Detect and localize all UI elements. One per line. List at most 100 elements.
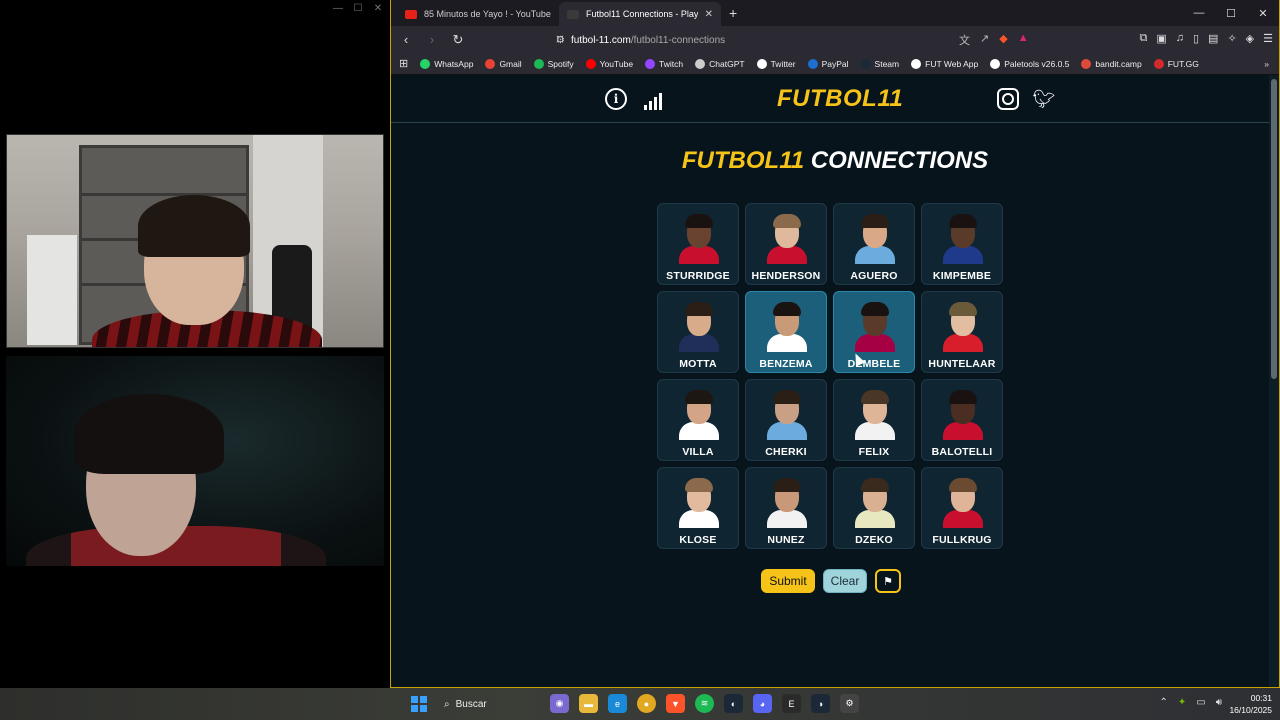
player-card[interactable]: DEMBELE [833, 291, 915, 373]
bookmark-item[interactable]: PayPal [807, 58, 849, 69]
minimize-icon[interactable]: — [1183, 0, 1215, 26]
player-photo [855, 302, 895, 352]
edge-icon[interactable]: e [608, 694, 627, 713]
site-settings-icon[interactable]: ⚙ [556, 35, 565, 46]
player-card[interactable]: STURRIDGE [657, 203, 739, 285]
windows-start-icon[interactable] [411, 696, 427, 712]
player-card[interactable]: HENDERSON [745, 203, 827, 285]
player-card[interactable]: KLOSE [657, 467, 739, 549]
close-icon[interactable]: ✕ [1247, 0, 1279, 26]
site-header: i FUTBOL11 🐦︎ [391, 75, 1279, 123]
chevron-right-icon[interactable]: » [1264, 59, 1269, 69]
futgg-icon [1153, 58, 1164, 69]
player-card[interactable]: FULLKRUG [921, 467, 1003, 549]
reload-icon[interactable]: ↻ [449, 32, 467, 48]
page-content: i FUTBOL11 🐦︎ FUTBOL11 CONNECTIONS STURR… [391, 75, 1279, 687]
player-name: CHERKI [765, 446, 807, 458]
player-card[interactable]: FELIX [833, 379, 915, 461]
bookmark-item[interactable]: Paletools v26.0.5 [990, 58, 1069, 69]
bookmark-item[interactable]: FUT Web App [911, 58, 978, 69]
spotify-icon[interactable]: ≋ [695, 694, 714, 713]
volume-icon[interactable]: 🔊︎ [1216, 697, 1222, 708]
tab-youtube[interactable]: 85 Minutos de Yayo ! - YouTube [397, 2, 559, 26]
apps-grid-icon[interactable]: ⊞ [399, 57, 408, 70]
chrome-icon[interactable]: ● [637, 694, 656, 713]
chevron-up-icon[interactable]: ⌃ [1159, 697, 1167, 708]
minimize-icon[interactable]: — [332, 3, 344, 14]
brave-shield-icon[interactable]: ◆ [999, 32, 1007, 48]
fridge [27, 235, 77, 345]
bookmark-item[interactable]: Twitter [756, 58, 796, 69]
info-icon[interactable]: i [605, 88, 627, 110]
widgets-icon[interactable]: ◉ [550, 694, 569, 713]
rewards-icon[interactable]: ▲ [1018, 32, 1029, 48]
player-card[interactable]: NUNEZ [745, 467, 827, 549]
player-grid: STURRIDGE HENDERSON AGUERO KIMPEMBE MOTTA BEN… [657, 203, 1003, 549]
translate-icon[interactable]: 文 [959, 32, 970, 48]
player-card[interactable]: VILLA [657, 379, 739, 461]
taskbar: ⌕ Buscar ◉ ▬ e ● ▼ ≋ ◐ ◕ E ◑ ⚙ ⌃ ✦ ▭ 🔊︎ … [0, 688, 1280, 720]
tab-futbol11[interactable]: Futbol11 Connections - Play Foo ✕ [559, 2, 721, 26]
bookmark-item[interactable]: YouTube [585, 58, 633, 69]
gmail-icon [485, 58, 496, 69]
extensions-icon[interactable]: ⧉ [1139, 32, 1147, 45]
maximize-icon[interactable]: ☐ [1215, 0, 1247, 26]
site-logo[interactable]: FUTBOL11 [777, 85, 903, 113]
scrollbar[interactable] [1269, 75, 1279, 687]
player-photo [855, 214, 895, 264]
sidebar-icon[interactable]: ▯ [1193, 32, 1199, 45]
flag-icon[interactable]: ⚑ [875, 569, 901, 593]
player-card[interactable]: MOTTA [657, 291, 739, 373]
bookmark-item[interactable]: FUT.GG [1153, 58, 1199, 69]
clear-button[interactable]: Clear [823, 569, 867, 593]
share-icon[interactable]: ↗ [980, 32, 989, 48]
screenshot-icon[interactable]: ▣ [1156, 32, 1166, 45]
player-card[interactable]: BENZEMA [745, 291, 827, 373]
player-name: BENZEMA [759, 358, 813, 370]
bookmark-item[interactable]: Twitch [645, 58, 683, 69]
player-card[interactable]: BALOTELLI [921, 379, 1003, 461]
player-name: BALOTELLI [931, 446, 993, 458]
whatsapp-icon [420, 58, 431, 69]
scrollbar-thumb[interactable] [1271, 79, 1277, 379]
media-icon[interactable]: ♫ [1176, 32, 1184, 45]
bookmark-item[interactable]: WhatsApp [420, 58, 473, 69]
player-card[interactable]: AGUERO [833, 203, 915, 285]
close-icon[interactable]: ✕ [372, 3, 384, 14]
bookmark-item[interactable]: Steam [860, 58, 899, 69]
maximize-icon[interactable]: ☐ [352, 3, 364, 14]
bookmark-item[interactable]: bandit.camp [1081, 58, 1142, 69]
bookmark-item[interactable]: Spotify [533, 58, 574, 69]
settings-icon[interactable]: ⚙ [840, 694, 859, 713]
network-icon[interactable]: ▭ [1196, 697, 1205, 708]
steam-icon[interactable]: ◑ [811, 694, 830, 713]
twitter-icon[interactable]: 🐦︎ [1033, 88, 1056, 110]
vpn-icon[interactable]: ◈ [1246, 32, 1254, 45]
player-card[interactable]: HUNTELAAR [921, 291, 1003, 373]
stats-icon[interactable] [642, 88, 664, 110]
player-card[interactable]: CHERKI [745, 379, 827, 461]
nvidia-icon[interactable]: ✦ [1178, 697, 1186, 708]
new-tab-button[interactable]: + [721, 5, 745, 26]
close-tab-icon[interactable]: ✕ [705, 9, 713, 20]
leo-icon[interactable]: ✧ [1227, 32, 1236, 45]
bookmark-item[interactable]: Gmail [485, 58, 522, 69]
forward-icon[interactable]: › [423, 32, 441, 47]
player-card[interactable]: KIMPEMBE [921, 203, 1003, 285]
steam-icon[interactable]: ◐ [724, 694, 743, 713]
menu-icon[interactable]: ☰ [1263, 32, 1273, 45]
discord-icon[interactable]: ◕ [753, 694, 772, 713]
url-text: futbol-11.com/futbol11-connections [570, 34, 726, 46]
bookmark-item[interactable]: ChatGPT [695, 58, 745, 69]
taskbar-clock[interactable]: 00:31 16/10/2025 [1229, 692, 1272, 716]
wallet-icon[interactable]: ▤ [1208, 32, 1218, 45]
instagram-icon[interactable] [997, 88, 1019, 110]
file-explorer-icon[interactable]: ▬ [579, 694, 598, 713]
steam-icon [860, 58, 871, 69]
epic-games-icon[interactable]: E [782, 694, 801, 713]
submit-button[interactable]: Submit [761, 569, 815, 593]
brave-icon[interactable]: ▼ [666, 694, 685, 713]
taskbar-search[interactable]: ⌕ Buscar [440, 693, 540, 715]
back-icon[interactable]: ‹ [397, 32, 415, 47]
player-card[interactable]: DZEKO [833, 467, 915, 549]
